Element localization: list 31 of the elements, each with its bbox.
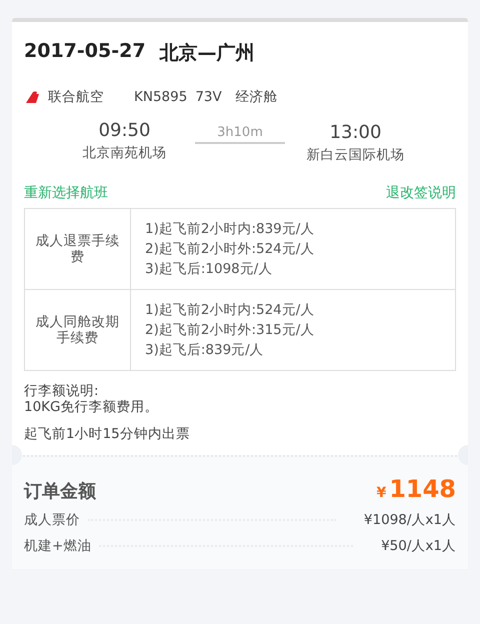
arrival-time: 13:00 [330,122,382,143]
cabin-class: 经济舱 [236,88,278,106]
price-item-value: ¥50/人x1人 [381,537,456,555]
fee-rule: 3)起飞后:839元/人 [145,341,265,360]
flight-number: KN5895 [134,89,188,105]
fee-rule: 1)起飞前2小时内:839元/人 [145,220,316,239]
route-title: 北京—广州 [160,41,255,66]
total-price: ¥1148 [376,475,456,503]
airline-name: 联合航空 [48,88,104,106]
fee-rule: 1)起飞前2小时内:524元/人 [145,301,316,320]
ticketing-note: 起飞前1小时15分钟内出票 [24,425,191,443]
rechoose-flight-link[interactable]: 重新选择航班 [24,184,108,202]
baggage-title: 行李额说明: [24,383,100,399]
price-item-value: ¥1098/人x1人 [364,511,456,529]
arrival-airport: 新白云国际机场 [306,146,404,164]
departure-airport: 北京南苑机场 [82,144,166,162]
refund-rules-link[interactable]: 退改签说明 [386,184,456,202]
price-item-label: 成人票价 [24,511,80,529]
price-item-label: 机建+燃油 [24,537,92,555]
order-total-title: 订单金额 [24,480,96,503]
airline-logo-icon [24,91,40,103]
aircraft-type: 73V [195,89,222,105]
fee-rule: 2)起飞前2小时外:524元/人 [145,240,316,259]
fee-rule: 2)起飞前2小时外:315元/人 [145,321,316,340]
flight-duration: 3h10m [195,124,285,144]
departure-time: 09:50 [98,120,150,141]
flight-date: 2017-05-27 [24,40,146,64]
fee-rule: 3)起飞后:1098元/人 [145,260,274,279]
fee-label: 成人退票手续费 [24,208,130,290]
baggage-text: 10KG免行李额费用。 [24,399,160,415]
fee-label: 成人同舱改期手续费 [24,290,130,370]
